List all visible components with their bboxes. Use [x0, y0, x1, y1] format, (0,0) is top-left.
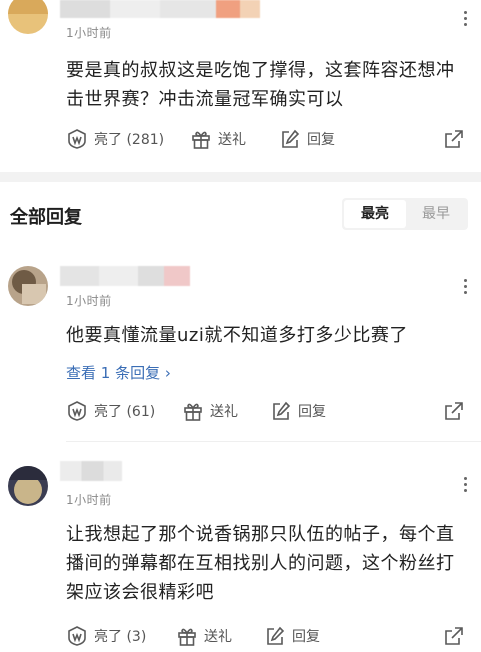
gift-label: 送礼 — [210, 404, 238, 420]
gift-icon — [184, 403, 202, 421]
more-options-icon[interactable] — [459, 8, 471, 30]
share-icon[interactable] — [443, 400, 465, 422]
comment-time: 1小时前 — [66, 294, 112, 308]
reply-label: 回复 — [298, 404, 326, 420]
reply-button[interactable]: 回复 — [264, 625, 320, 647]
reply-label: 回复 — [292, 629, 320, 645]
avatar[interactable] — [8, 466, 48, 506]
share-icon[interactable] — [443, 128, 465, 150]
reply-button[interactable]: 回复 — [270, 400, 326, 422]
like-badge-icon — [68, 626, 86, 646]
gift-label: 送礼 — [204, 629, 232, 645]
reply-label: 回复 — [307, 132, 335, 148]
gift-icon — [178, 628, 196, 646]
gift-button[interactable]: 送礼 — [176, 625, 232, 647]
username-blurred[interactable] — [60, 461, 122, 481]
sort-option-hottest[interactable]: 最亮 — [344, 200, 406, 228]
view-replies-link[interactable]: 查看 1 条回复 › — [66, 362, 171, 383]
like-button[interactable]: 亮了 (61) — [66, 400, 155, 422]
username-blurred[interactable] — [60, 0, 260, 18]
gift-button[interactable]: 送礼 — [182, 400, 238, 422]
section-divider — [0, 172, 481, 182]
edit-icon — [273, 401, 291, 420]
like-button[interactable]: 亮了 (3) — [66, 625, 146, 647]
like-label: 亮了 (281) — [94, 132, 165, 148]
avatar[interactable] — [8, 266, 48, 306]
reply-button[interactable]: 回复 — [279, 128, 335, 150]
comment-text: 要是真的叔叔这是吃饱了撑得，这套阵容还想冲击世界赛？冲击流量冠军确实可以 — [66, 60, 455, 110]
comment-text: 他要真懂流量uzi就不知道多打多少比赛了 — [66, 325, 408, 346]
edit-icon — [267, 626, 285, 645]
section-title: 全部回复 — [10, 207, 82, 228]
comment-divider — [66, 441, 481, 442]
like-badge-icon — [68, 401, 86, 421]
like-button[interactable]: 亮了 (281) — [66, 128, 164, 150]
gift-icon — [192, 131, 210, 149]
comment-text: 让我想起了那个说香锅那只队伍的帖子，每个直播间的弹幕都在互相找别人的问题，这个粉… — [66, 524, 455, 603]
gift-button[interactable]: 送礼 — [190, 128, 246, 150]
more-options-icon[interactable] — [459, 474, 471, 496]
sort-option-earliest[interactable]: 最早 — [406, 200, 466, 228]
gift-label: 送礼 — [218, 132, 246, 148]
comment-time: 1小时前 — [66, 493, 112, 507]
edit-icon — [282, 129, 300, 148]
like-label: 亮了 (3) — [94, 629, 147, 645]
sort-toggle: 最亮 最早 — [342, 198, 468, 230]
more-options-icon[interactable] — [459, 276, 471, 298]
like-label: 亮了 (61) — [94, 404, 156, 420]
comment-time: 1小时前 — [66, 26, 112, 40]
username-blurred[interactable] — [60, 266, 190, 286]
like-badge-icon — [68, 129, 86, 149]
avatar[interactable] — [8, 0, 48, 34]
share-icon[interactable] — [443, 625, 465, 647]
